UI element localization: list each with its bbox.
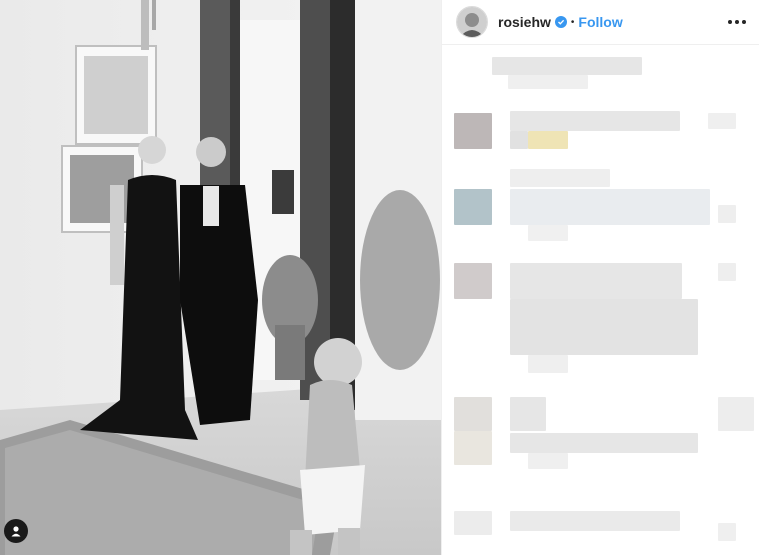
post-side-panel: rosiehw • Follow	[441, 0, 759, 555]
user-tag-icon[interactable]	[4, 519, 28, 543]
photo-illustration	[0, 0, 441, 555]
comment-avatar	[454, 511, 492, 535]
username-link[interactable]: rosiehw	[498, 14, 551, 30]
person-icon	[11, 526, 21, 537]
comment-avatar	[454, 263, 492, 299]
avatar[interactable]	[456, 6, 488, 38]
separator-dot: •	[570, 16, 575, 28]
more-dot	[735, 20, 739, 24]
follow-button[interactable]: Follow	[578, 14, 622, 30]
verified-badge-icon	[554, 16, 567, 28]
comments-list	[442, 45, 759, 555]
comment-avatar	[454, 397, 492, 431]
checkmark-icon	[557, 19, 565, 25]
comment-avatar	[454, 189, 492, 225]
instagram-post: rosiehw • Follow	[0, 0, 759, 555]
post-photo[interactable]	[0, 0, 441, 555]
avatar-image	[457, 7, 487, 37]
comment-avatar	[454, 113, 492, 149]
post-header: rosiehw • Follow	[442, 0, 759, 45]
more-dot	[728, 20, 732, 24]
more-dot	[742, 20, 746, 24]
more-options-icon[interactable]	[728, 14, 746, 30]
